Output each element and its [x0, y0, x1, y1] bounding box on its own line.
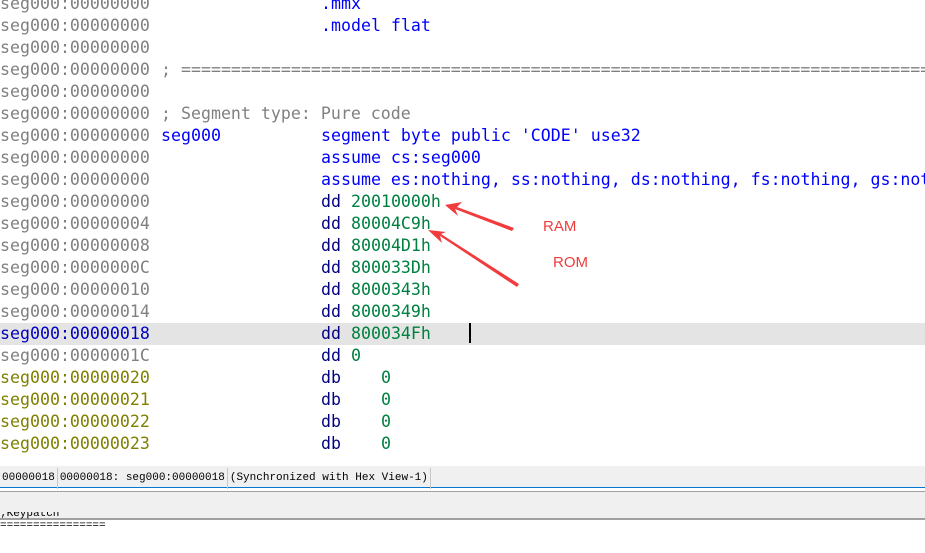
rom-label: ROM: [553, 254, 588, 271]
rom-arrow: [428, 230, 519, 287]
status-bar: 00000018 00000018: seg000:00000018 (Synchr…: [0, 466, 925, 489]
ram-arrow: [445, 202, 514, 231]
output-line: ;Keypatch: [0, 512, 60, 520]
output-window: ;Keypatch ================: [0, 512, 106, 533]
status-sync: (Synchronized with Hex View-1): [228, 468, 431, 489]
output-line: ================: [0, 520, 106, 532]
status-location: 00000018: seg000:00000018: [58, 468, 228, 489]
output-window-header[interactable]: [0, 491, 925, 520]
status-offset: 00000018: [0, 468, 58, 489]
ram-label: RAM: [543, 218, 577, 235]
